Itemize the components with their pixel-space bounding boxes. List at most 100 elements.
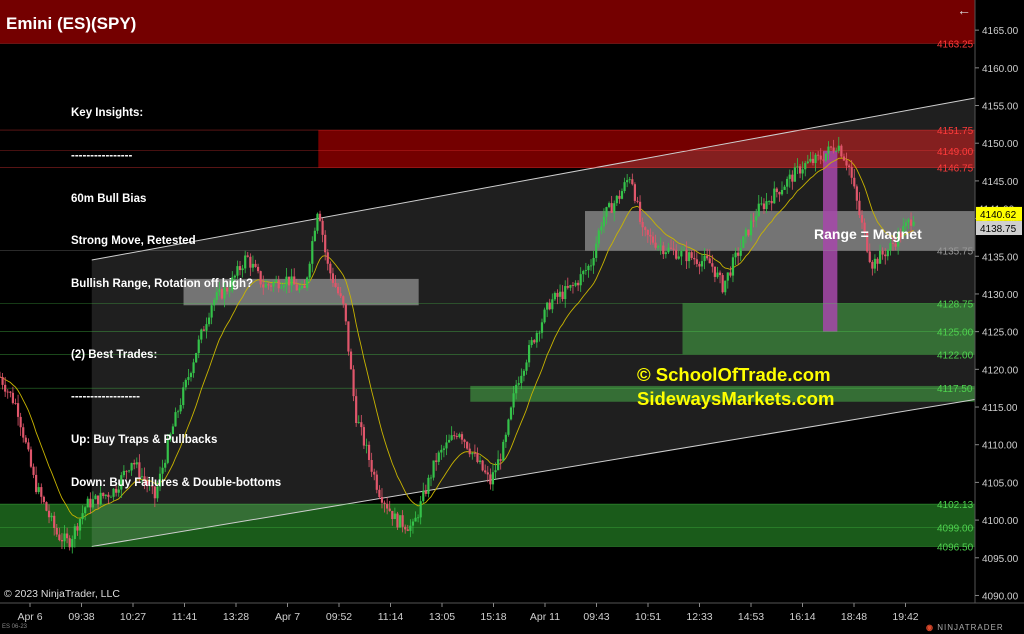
candle-body xyxy=(811,158,815,164)
candle-body xyxy=(693,257,696,260)
candle-body xyxy=(840,145,843,157)
candle-body xyxy=(22,427,25,438)
candle-body xyxy=(845,160,848,166)
candle-body xyxy=(29,449,33,467)
candle-body xyxy=(909,219,913,226)
candle-body xyxy=(780,189,784,195)
candle-body xyxy=(471,453,474,455)
candle-body xyxy=(680,250,683,257)
candle-body xyxy=(633,184,636,201)
candle-body xyxy=(793,167,797,182)
candle-body xyxy=(435,460,438,462)
candle-body xyxy=(837,145,840,151)
insight-line: Up: Buy Traps & Pullbacks xyxy=(71,434,218,447)
candle-body xyxy=(682,249,686,251)
candle-body xyxy=(791,174,794,182)
candle-body xyxy=(375,474,378,490)
candle-body xyxy=(889,243,892,250)
y-tick-label: 4115.00 xyxy=(982,403,1018,414)
x-tick-label: 19:42 xyxy=(892,611,918,623)
candle-body xyxy=(644,227,647,230)
y-tick-label: 4105.00 xyxy=(982,478,1019,489)
candle-body xyxy=(318,213,322,221)
insight-line: Down: Buy Failures & Double-bottoms xyxy=(71,476,282,489)
candle-body xyxy=(66,533,69,539)
insight-line: Key Insights: xyxy=(71,107,144,120)
candle-body xyxy=(16,403,20,417)
candle-body xyxy=(468,448,471,455)
candle-body xyxy=(383,502,386,504)
candle-body xyxy=(724,280,727,293)
candle-body xyxy=(282,285,285,288)
candle-body xyxy=(476,453,479,463)
candle-body xyxy=(558,291,562,297)
candle-body xyxy=(783,186,786,190)
candle-body xyxy=(491,472,495,485)
candle-body xyxy=(352,369,355,397)
candle-body xyxy=(60,540,64,542)
level-label: 4146.75 xyxy=(937,164,974,175)
candle-body xyxy=(411,521,415,526)
logo-text: NINJATRADER xyxy=(937,623,1004,632)
level-label: 4122.00 xyxy=(937,350,974,361)
candle-body xyxy=(636,200,639,202)
candle-body xyxy=(308,263,311,278)
chart-title: Emini (ES)(SPY) xyxy=(6,14,137,33)
ninjatrader-logo: ◉ NINJATRADER xyxy=(926,623,1004,632)
candle-body xyxy=(626,180,629,183)
candle-body xyxy=(654,242,657,248)
candle-body xyxy=(737,252,740,256)
watermark-sidewaysmarkets: SidewaysMarkets.com xyxy=(637,388,835,409)
ninjatrader-logo-icon: ◉ xyxy=(926,623,934,632)
candle-body xyxy=(700,261,704,267)
candle-body xyxy=(460,434,464,440)
candle-body xyxy=(623,182,626,192)
candle-body xyxy=(770,201,773,204)
candle-body xyxy=(512,393,515,408)
candle-body xyxy=(587,265,590,271)
prior-price-label: 4138.75 xyxy=(980,224,1017,235)
candle-body xyxy=(768,201,771,202)
candle-body xyxy=(47,510,51,518)
y-tick-label: 4155.00 xyxy=(982,102,1019,113)
candle-body xyxy=(597,230,600,244)
candle-body xyxy=(84,507,87,514)
candle-body xyxy=(848,165,851,167)
y-tick-label: 4090.00 xyxy=(982,591,1019,602)
candle-body xyxy=(447,439,451,443)
candle-body xyxy=(664,252,667,255)
candle-body xyxy=(613,203,616,213)
candle-body xyxy=(440,449,443,453)
candle-body xyxy=(669,247,673,249)
candle-body xyxy=(336,286,340,294)
candle-body xyxy=(313,230,316,242)
x-tick-label: Apr 11 xyxy=(530,611,560,623)
candle-body xyxy=(646,229,649,235)
candle-body xyxy=(14,403,17,404)
candle-body xyxy=(584,270,587,272)
candle-body xyxy=(814,154,817,164)
candle-body xyxy=(718,272,722,276)
candle-body xyxy=(362,427,366,446)
candle-body xyxy=(414,517,417,522)
candle-body xyxy=(757,203,760,217)
candle-body xyxy=(651,236,655,243)
candle-body xyxy=(481,460,484,471)
key-insights-text: Key Insights: ---------------- 60m Bull … xyxy=(71,78,281,504)
level-label: 4128.75 xyxy=(937,299,974,310)
candle-body xyxy=(442,448,446,450)
candle-body xyxy=(406,529,409,531)
candle-body xyxy=(331,273,335,283)
candle-body xyxy=(667,247,670,253)
candle-body xyxy=(535,333,538,343)
candle-body xyxy=(659,245,662,247)
range-magnet-label: Range = Magnet xyxy=(814,226,922,242)
candle-body xyxy=(73,526,76,540)
candle-body xyxy=(566,286,569,288)
candle-body xyxy=(478,460,482,463)
candle-body xyxy=(422,490,425,502)
candle-body xyxy=(497,459,500,471)
back-arrow-icon[interactable]: ← xyxy=(957,2,971,18)
candle-body xyxy=(711,263,714,267)
candle-body xyxy=(543,309,546,323)
